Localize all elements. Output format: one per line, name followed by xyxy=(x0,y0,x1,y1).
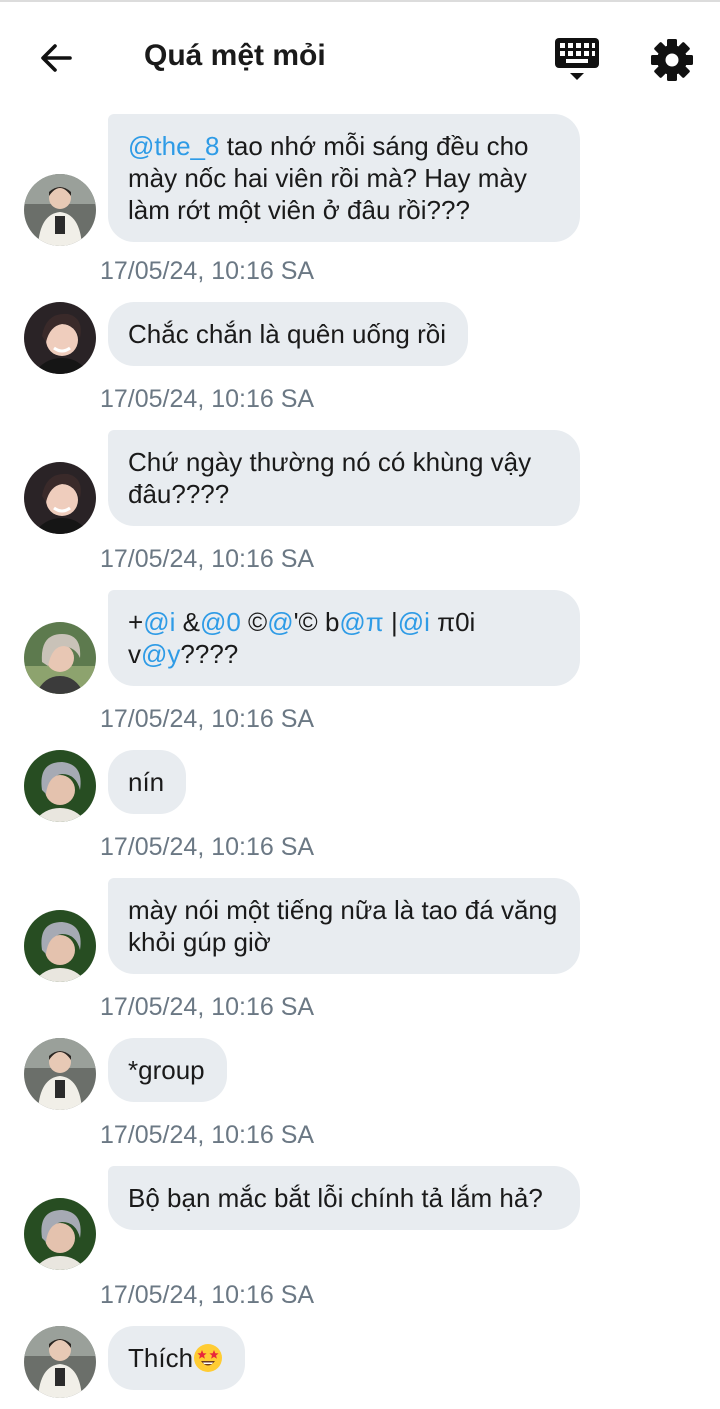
back-button[interactable] xyxy=(30,32,82,84)
chat-title: Quá mệt mỏi xyxy=(144,39,326,72)
avatar[interactable] xyxy=(24,750,96,822)
message-text: Thích xyxy=(128,1343,194,1373)
gear-icon xyxy=(651,39,693,81)
mention-link[interactable]: @i xyxy=(398,607,430,637)
message-text: nín xyxy=(128,767,165,797)
message-text: mày nói một tiếng nữa là tao đá văng khỏ… xyxy=(128,895,558,957)
mention-link[interactable]: @ xyxy=(267,607,293,637)
mention-link[interactable]: @i xyxy=(143,607,175,637)
star-struck-emoji-icon xyxy=(194,1344,223,1372)
avatar[interactable] xyxy=(24,1326,96,1398)
message-text: Chắc chắn là quên uống rồi xyxy=(128,319,447,349)
message-bubble[interactable]: @the_8 tao nhớ mỗi sáng đều cho mày nốc … xyxy=(108,114,580,242)
avatar-person-d-image xyxy=(24,1198,96,1270)
message-timestamp: 17/05/24, 10:16 SA xyxy=(100,705,315,733)
message-timestamp: 17/05/24, 10:16 SA xyxy=(100,545,315,573)
message-timestamp: 17/05/24, 10:16 SA xyxy=(100,993,315,1021)
avatar-person-d-image xyxy=(24,910,96,982)
message-text: ???? xyxy=(180,639,239,669)
message-text: Bộ bạn mắc bắt lỗi chính tả lắm hả? xyxy=(128,1183,543,1213)
message-timestamp: 17/05/24, 10:16 SA xyxy=(100,833,315,861)
avatar-person-b-image xyxy=(24,462,96,534)
avatar-person-c-image xyxy=(24,622,96,694)
arrow-left-icon xyxy=(41,44,72,72)
message-timestamp: 17/05/24, 10:16 SA xyxy=(100,1281,315,1309)
avatar-person-a-image xyxy=(24,1038,96,1110)
settings-button[interactable] xyxy=(648,36,696,84)
chat-header: Quá mệt mỏi xyxy=(0,2,720,110)
message-timestamp: 17/05/24, 10:16 SA xyxy=(100,385,315,413)
message-bubble[interactable]: Thích xyxy=(108,1326,246,1390)
mention-link[interactable]: @y xyxy=(141,639,180,669)
mention-link[interactable]: @the_8 xyxy=(128,131,219,161)
message-text: '© b xyxy=(293,607,340,637)
avatar[interactable] xyxy=(24,462,96,534)
avatar[interactable] xyxy=(24,1038,96,1110)
message-timestamp: 17/05/24, 10:16 SA xyxy=(100,257,315,285)
avatar-person-b-image xyxy=(24,302,96,374)
message-text: Chứ ngày thường nó có khùng vậy đâu???? xyxy=(128,447,532,509)
mention-link[interactable]: @π xyxy=(339,607,383,637)
avatar-person-a-image xyxy=(24,1326,96,1398)
message-bubble[interactable]: +@i &@0 ©@'© b@π |@i π0i v@y???? xyxy=(108,590,580,686)
keyboard-button[interactable] xyxy=(550,34,604,84)
message-text: + xyxy=(128,607,144,637)
message-bubble[interactable]: *group xyxy=(108,1038,227,1102)
avatar-person-d-image xyxy=(24,750,96,822)
avatar[interactable] xyxy=(24,302,96,374)
avatar-person-a-image xyxy=(24,174,96,246)
avatar[interactable] xyxy=(24,910,96,982)
message-bubble[interactable]: Chắc chắn là quên uống rồi xyxy=(108,302,469,366)
avatar[interactable] xyxy=(24,1198,96,1270)
message-text: | xyxy=(383,607,398,637)
avatar[interactable] xyxy=(24,174,96,246)
message-bubble[interactable]: mày nói một tiếng nữa là tao đá văng khỏ… xyxy=(108,878,580,974)
avatar[interactable] xyxy=(24,622,96,694)
message-text: & xyxy=(175,607,200,637)
message-text: © xyxy=(240,607,268,637)
mention-link[interactable]: @0 xyxy=(200,607,241,637)
message-list[interactable]: @the_8 tao nhớ mỗi sáng đều cho mày nốc … xyxy=(0,110,720,1409)
message-text: *group xyxy=(128,1055,205,1085)
message-bubble[interactable]: Bộ bạn mắc bắt lỗi chính tả lắm hả? xyxy=(108,1166,580,1230)
keyboard-icon xyxy=(555,38,599,80)
message-bubble[interactable]: nín xyxy=(108,750,187,814)
message-timestamp: 17/05/24, 10:16 SA xyxy=(100,1121,315,1149)
message-bubble[interactable]: Chứ ngày thường nó có khùng vậy đâu???? xyxy=(108,430,580,526)
